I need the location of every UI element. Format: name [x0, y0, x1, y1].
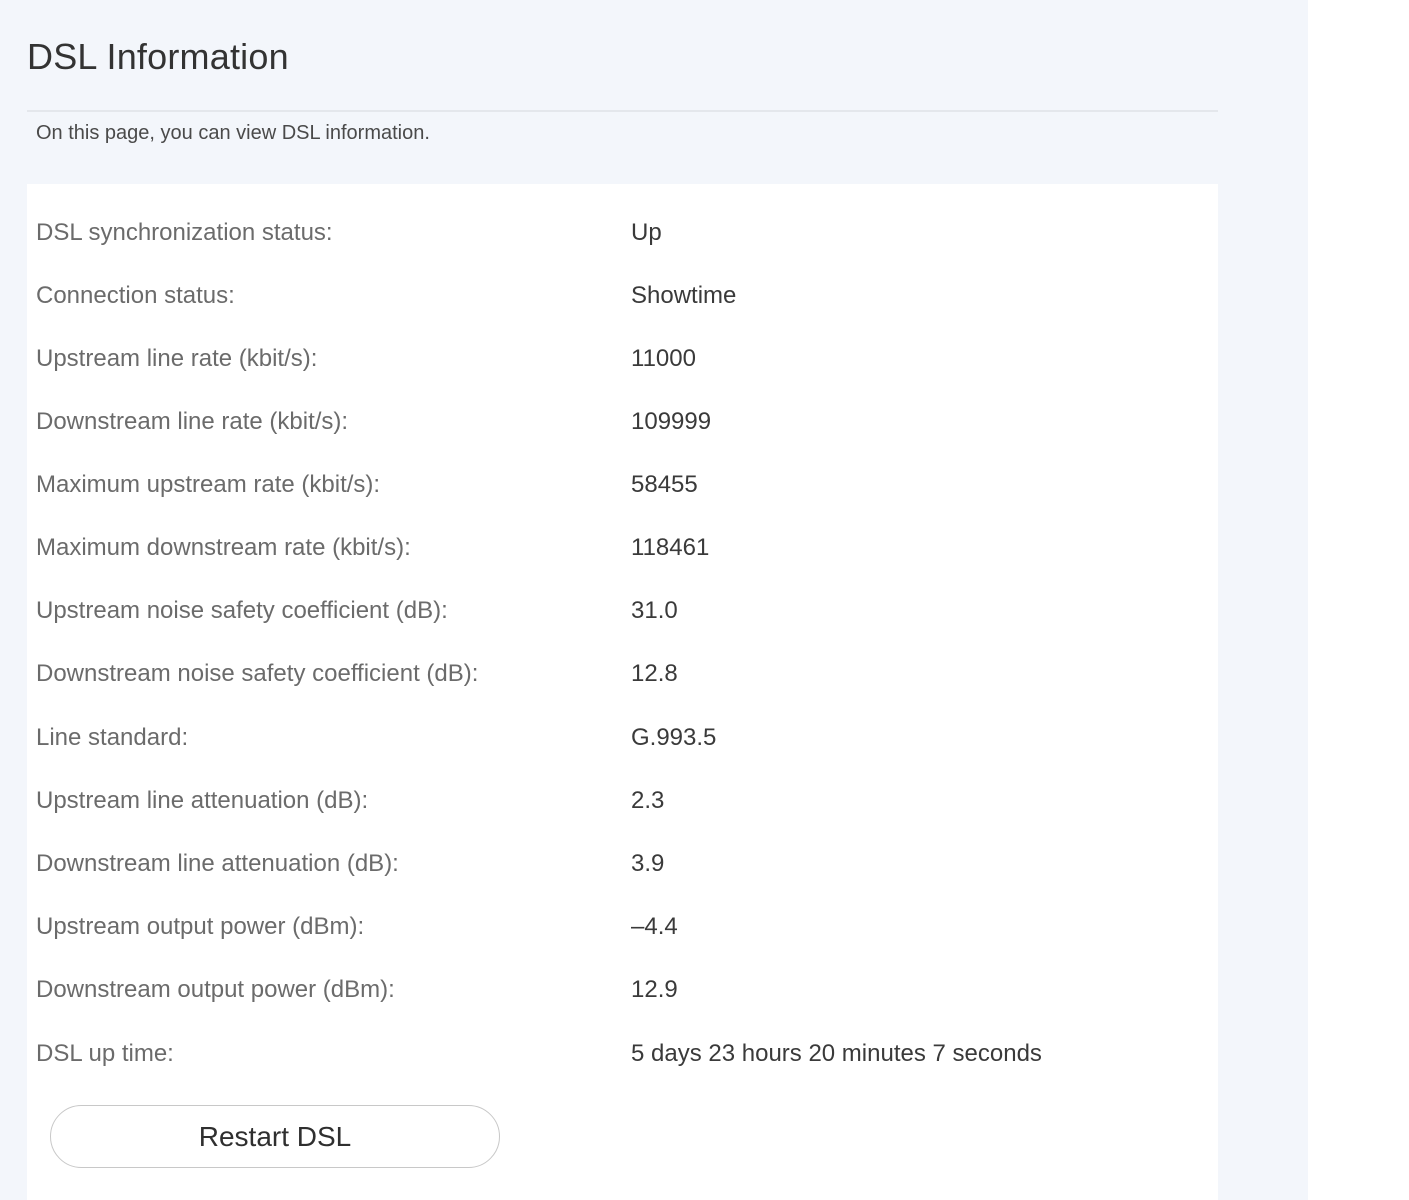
info-row-upstream-noise-margin: Upstream noise safety coefficient (dB): … [27, 591, 1218, 631]
dsl-uptime-value: 5 days 23 hours 20 minutes 7 seconds [631, 1040, 1042, 1067]
sync-status-label: DSL synchronization status: [36, 219, 333, 246]
info-row-downstream-attenuation: Downstream line attenuation (dB): 3.9 [27, 844, 1218, 884]
downstream-attenuation-value: 3.9 [631, 850, 665, 877]
info-row-downstream-line-rate: Downstream line rate (kbit/s): 109999 [27, 402, 1218, 442]
connection-status-value: Showtime [631, 282, 737, 309]
downstream-line-rate-value: 109999 [631, 408, 712, 435]
max-upstream-rate-label: Maximum upstream rate (kbit/s): [36, 471, 381, 498]
upstream-attenuation-label: Upstream line attenuation (dB): [36, 787, 369, 814]
info-row-connection-status: Connection status: Showtime [27, 276, 1218, 316]
upstream-noise-margin-value: 31.0 [631, 597, 678, 624]
upstream-output-power-label: Upstream output power (dBm): [36, 913, 365, 940]
max-downstream-rate-label: Maximum downstream rate (kbit/s): [36, 534, 411, 561]
upstream-line-rate-value: 11000 [631, 345, 696, 372]
max-downstream-rate-value: 118461 [631, 534, 710, 561]
restart-dsl-button[interactable]: Restart DSL [50, 1105, 500, 1168]
info-row-upstream-output-power: Upstream output power (dBm): –4.4 [27, 907, 1218, 947]
title-divider [27, 110, 1218, 112]
info-row-max-upstream-rate: Maximum upstream rate (kbit/s): 58455 [27, 465, 1218, 505]
info-row-downstream-output-power: Downstream output power (dBm): 12.9 [27, 970, 1218, 1010]
info-row-upstream-attenuation: Upstream line attenuation (dB): 2.3 [27, 781, 1218, 821]
info-row-upstream-line-rate: Upstream line rate (kbit/s): 11000 [27, 339, 1218, 379]
page-title: DSL Information [27, 36, 289, 77]
sync-status-value: Up [631, 219, 662, 246]
downstream-output-power-label: Downstream output power (dBm): [36, 976, 395, 1003]
upstream-attenuation-value: 2.3 [631, 787, 665, 814]
info-row-dsl-uptime: DSL up time: 5 days 23 hours 20 minutes … [27, 1034, 1218, 1074]
page-description: On this page, you can view DSL informati… [36, 122, 430, 144]
dsl-uptime-label: DSL up time: [36, 1040, 174, 1067]
downstream-line-rate-label: Downstream line rate (kbit/s): [36, 408, 349, 435]
downstream-noise-margin-label: Downstream noise safety coefficient (dB)… [36, 660, 479, 687]
downstream-attenuation-label: Downstream line attenuation (dB): [36, 850, 399, 877]
info-row-line-standard: Line standard: G.993.5 [27, 718, 1218, 758]
downstream-output-power-value: 12.9 [631, 976, 678, 1003]
dsl-info-panel: DSL synchronization status: Up Connectio… [27, 184, 1218, 1200]
info-row-sync-status: DSL synchronization status: Up [27, 213, 1218, 253]
dsl-information-page: DSL Information On this page, you can vi… [0, 0, 1308, 1200]
info-row-downstream-noise-margin: Downstream noise safety coefficient (dB)… [27, 654, 1218, 694]
downstream-noise-margin-value: 12.8 [631, 660, 678, 687]
max-upstream-rate-value: 58455 [631, 471, 698, 498]
info-row-max-downstream-rate: Maximum downstream rate (kbit/s): 118461 [27, 528, 1218, 568]
line-standard-value: G.993.5 [631, 724, 717, 751]
upstream-noise-margin-label: Upstream noise safety coefficient (dB): [36, 597, 448, 624]
line-standard-label: Line standard: [36, 724, 189, 751]
connection-status-label: Connection status: [36, 282, 235, 309]
upstream-line-rate-label: Upstream line rate (kbit/s): [36, 345, 318, 372]
upstream-output-power-value: –4.4 [631, 913, 678, 940]
